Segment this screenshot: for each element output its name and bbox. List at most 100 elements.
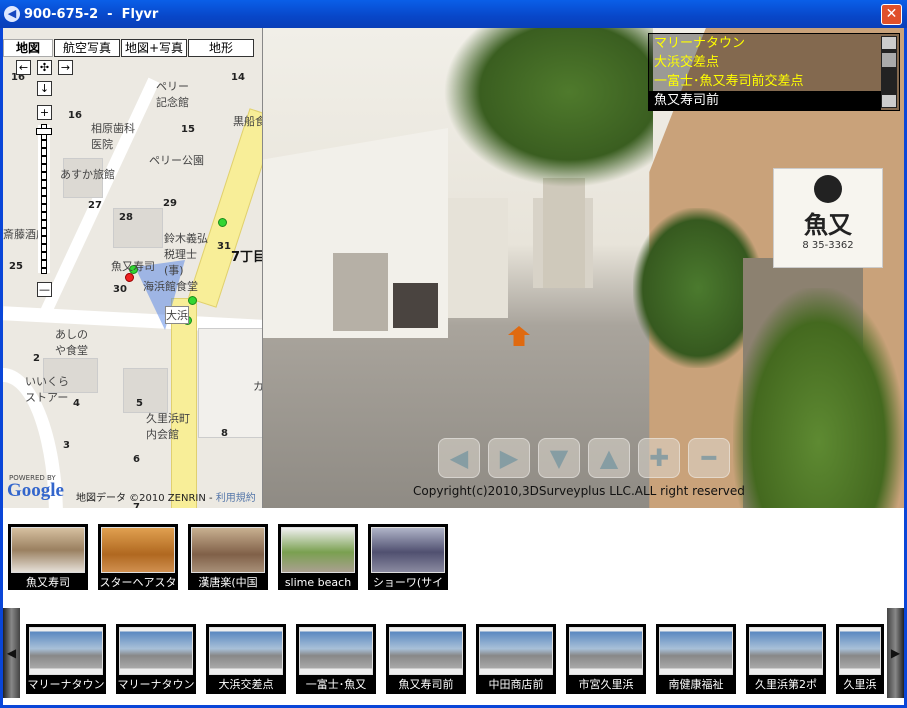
zoom-out-button[interactable]: ━ [688,438,730,478]
zoom-in-button[interactable]: ✚ [638,438,680,478]
strip-thumbnail[interactable]: 久里浜第2ポ [746,624,826,694]
thumbnail-caption: 一富士･魚又 [305,678,367,691]
pano-marker[interactable] [218,218,227,227]
featured-thumbnail[interactable]: 漢唐楽(中国 [188,524,268,590]
map-label: カ [253,380,263,393]
poi-item[interactable]: 一富士･魚又寿司前交差点 [649,72,881,91]
block-number: 16 [68,110,82,121]
panorama-strip: ◀ マリーナタウン マリーナタウン 大浜交差点 一富士･魚又 魚又寿司前 中田商店前 市宮久… [3,608,904,698]
map-label: 大浜 [165,306,189,324]
thumbnail-image [299,627,373,675]
zoom-out-button[interactable]: — [37,282,52,297]
thumbnail-caption: slime beach [284,576,352,589]
featured-thumbnail[interactable]: スターヘアスタ [98,524,178,590]
location-marker[interactable] [125,273,134,282]
block-number: 29 [163,198,177,209]
copyright-text: Copyright(c)2010,3DSurveyplus LLC.ALL ri… [413,484,745,498]
block-number: 2 [33,353,40,364]
thumbnail-image [101,527,175,573]
shop-sign: 魚又 8 35-3362 [773,168,883,268]
strip-left-arrow-icon[interactable]: ◀ [3,608,20,698]
strip-thumbnail[interactable]: 大浜交差点 [206,624,286,694]
block-number: 27 [88,200,102,211]
zoom-slider-handle[interactable] [36,128,52,135]
panorama-viewer[interactable]: 魚又 8 35-3362 マリーナタウン 大浜交差点 一富士･魚又寿司前交差点 魚又寿… [263,28,904,508]
poi-item[interactable]: マリーナタウン [649,34,881,53]
app-icon: ◀ [4,6,20,22]
attribution-text: 地図データ ©2010 ZENRIN - [76,493,216,504]
zoom-slider[interactable] [41,124,47,274]
block-number: 6 [133,454,140,465]
close-button[interactable]: ✕ [881,4,902,25]
map-label: ペリー記念館 [156,80,189,109]
tab-map[interactable]: 地図 [3,39,53,57]
thumbnail-caption: 中田商店前 [488,678,544,691]
block-number: 15 [181,124,195,135]
thumbnail-image [11,527,85,573]
thumbnail-image [371,527,445,573]
strip-thumbnail[interactable]: 久里浜 [836,624,884,694]
featured-thumbnail[interactable]: ショーワ(サイ [368,524,448,590]
poi-item[interactable]: 魚又寿司前 [649,91,881,110]
strip-thumbnail[interactable]: 南健康福祉 [656,624,736,694]
strip-thumbnail[interactable]: 一富士･魚又 [296,624,376,694]
poi-list[interactable]: マリーナタウン 大浜交差点 一富士･魚又寿司前交差点 魚又寿司前 [648,33,900,111]
thumbnail-image [281,527,355,573]
pan-center-button[interactable]: ✣ [37,60,52,75]
tilt-down-button[interactable]: ▼ [538,438,580,478]
thumbnail-caption: 大浜交差点 [218,678,274,691]
featured-thumbnail[interactable]: 魚又寿司 [8,524,88,590]
map-panel[interactable]: ペリー記念館 相原歯科医院 ペリー公園 あすか旅館 鈴木義弘税理士(事) 斎藤酒… [3,28,263,508]
map-label: 海浜館食堂 [143,280,198,293]
featured-thumbnail[interactable]: slime beach [278,524,358,590]
map-label: 鈴木義弘税理士(事) [164,232,208,277]
poi-scrollbar[interactable] [881,36,897,108]
strip-thumbnail[interactable]: マリーナタウン [26,624,106,694]
sign-text: 魚又 [804,210,852,239]
thumbnail-caption: マリーナタウン [27,678,105,691]
forward-arrow-icon[interactable] [508,326,530,346]
thumbnail-caption: スターヘアスタ [99,576,177,589]
tilt-up-button[interactable]: ▲ [588,438,630,478]
tab-terrain[interactable]: 地形 [188,39,254,57]
pan-down-button[interactable]: ↓ [37,81,52,96]
map-label: いいくらストアー [25,375,69,404]
strip-right-arrow-icon[interactable]: ▶ [887,608,904,698]
pan-left-button[interactable]: ← [16,60,31,75]
block-number: 4 [73,398,80,409]
window-title: 900-675-2 - Flyvr [24,6,159,22]
terms-link[interactable]: 利用規約 [216,493,256,504]
strip-thumbnail[interactable]: マリーナタウン [116,624,196,694]
block-number: 31 [217,241,231,252]
thumbnail-caption: 魚又寿司 [26,576,70,589]
app-client: ペリー記念館 相原歯科医院 ペリー公園 あすか旅館 鈴木義弘税理士(事) 斎藤酒… [3,28,904,705]
map-label: 相原歯科医院 [91,122,135,151]
thumbnail-image [839,627,881,675]
map-label: あしのや食堂 [55,328,88,357]
thumbnail-image [479,627,553,675]
thumbnail-image [29,627,103,675]
thumbnail-caption: マリーナタウン [117,678,195,691]
block-number: 3 [63,440,70,451]
strip-thumbnail[interactable]: 魚又寿司前 [386,624,466,694]
google-logo[interactable]: Google [7,480,64,502]
map-label: 魚又寿司 [111,260,155,273]
block-number: 30 [113,284,127,295]
tab-aerial[interactable]: 航空写真 [54,39,120,57]
thumbnail-caption: 南健康福祉 [668,678,724,691]
strip-thumbnail[interactable]: 市宮久里浜 [566,624,646,694]
rotate-right-button[interactable]: ▶ [488,438,530,478]
tab-map-photo[interactable]: 地図+写真 [121,39,187,57]
strip-thumbnail[interactable]: 中田商店前 [476,624,556,694]
rotate-left-button[interactable]: ◀ [438,438,480,478]
zoom-in-button[interactable]: + [37,105,52,120]
pan-right-button[interactable]: → [58,60,73,75]
pano-marker[interactable] [188,296,197,305]
map-label: 7丁目 [231,250,263,265]
map-label: 黒船食 [233,115,263,128]
thumbnail-image [119,627,193,675]
thumbnail-image [191,527,265,573]
title-bar: ◀ 900-675-2 - Flyvr ✕ [0,0,907,28]
thumbnail-caption: ショーワ(サイ [372,576,444,589]
poi-item[interactable]: 大浜交差点 [649,53,881,72]
